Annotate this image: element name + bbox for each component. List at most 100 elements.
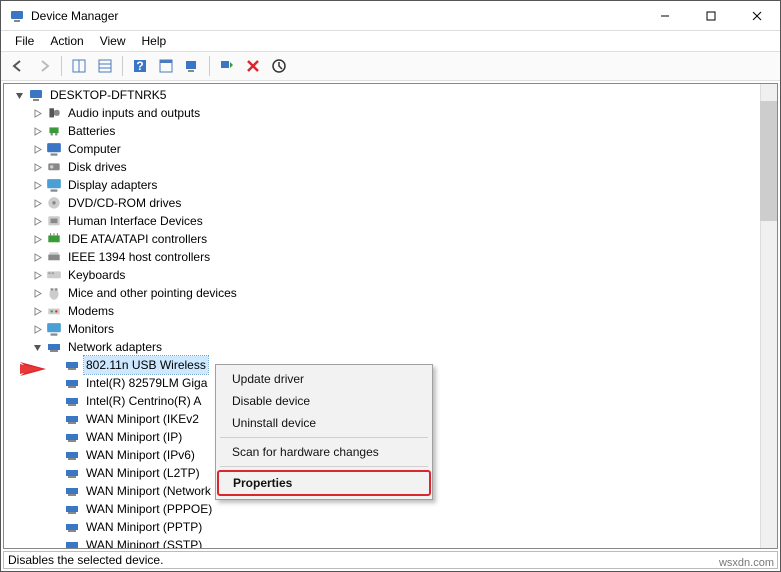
expand-icon[interactable] [30, 268, 44, 282]
close-button[interactable] [734, 1, 780, 30]
category-icon [46, 213, 62, 229]
network-adapter-icon [64, 357, 80, 373]
expand-icon[interactable] [30, 178, 44, 192]
tree-device-label: 802.11n USB Wireless [84, 356, 208, 374]
tree-category[interactable]: Modems [8, 302, 777, 320]
category-icon [46, 249, 62, 265]
tree-category[interactable]: Audio inputs and outputs [8, 104, 777, 122]
scan-button[interactable] [179, 54, 205, 78]
no-expand [48, 430, 62, 444]
status-text: Disables the selected device. [8, 553, 163, 567]
tree-device-label: WAN Miniport (IKEv2 [84, 410, 201, 428]
expand-icon[interactable] [30, 286, 44, 300]
tree-category-label: DVD/CD-ROM drives [66, 194, 183, 212]
tree-category-label: Keyboards [66, 266, 127, 284]
vertical-scrollbar[interactable] [760, 84, 777, 548]
expand-icon[interactable] [30, 196, 44, 210]
uninstall-button[interactable] [240, 54, 266, 78]
category-icon [46, 123, 62, 139]
menu-help[interactable]: Help [134, 32, 175, 50]
tree-category-label: Monitors [66, 320, 116, 338]
help-button[interactable]: ? [127, 54, 153, 78]
tree-device[interactable]: WAN Miniport (PPPOE) [8, 500, 777, 518]
category-icon [46, 195, 62, 211]
status-bar: Disables the selected device. [3, 551, 778, 569]
tree-category[interactable]: IEEE 1394 host controllers [8, 248, 777, 266]
tree-category-label: Batteries [66, 122, 117, 140]
tree-category-label: IEEE 1394 host controllers [66, 248, 212, 266]
network-adapter-icon [64, 411, 80, 427]
tree-device-label: WAN Miniport (L2TP) [84, 464, 202, 482]
tree-category-label: Network adapters [66, 338, 164, 356]
minimize-button[interactable] [642, 1, 688, 30]
tree-category[interactable]: DVD/CD-ROM drives [8, 194, 777, 212]
tree-category[interactable]: Keyboards [8, 266, 777, 284]
collapse-icon[interactable] [30, 340, 44, 354]
network-adapter-icon [64, 465, 80, 481]
window-title: Device Manager [31, 9, 642, 23]
network-adapter-icon [64, 483, 80, 499]
tree-device[interactable]: WAN Miniport (PPTP) [8, 518, 777, 536]
tree-device-label: WAN Miniport (IP) [84, 428, 184, 446]
collapse-icon[interactable] [12, 88, 26, 102]
tree-category-network[interactable]: Network adapters [8, 338, 777, 356]
no-expand [48, 502, 62, 516]
expand-icon[interactable] [30, 214, 44, 228]
expand-icon[interactable] [30, 124, 44, 138]
expand-icon[interactable] [30, 304, 44, 318]
tree-device-label: WAN Miniport (PPPOE) [84, 500, 214, 518]
forward-button[interactable] [31, 54, 57, 78]
tree-category[interactable]: Display adapters [8, 176, 777, 194]
category-icon [46, 321, 62, 337]
expand-icon[interactable] [30, 160, 44, 174]
tree-device[interactable]: WAN Miniport (SSTP) [8, 536, 777, 548]
tree-category[interactable]: Computer [8, 140, 777, 158]
maximize-button[interactable] [688, 1, 734, 30]
update-driver-button[interactable] [214, 54, 240, 78]
tree-category[interactable]: Batteries [8, 122, 777, 140]
tree-category[interactable]: Mice and other pointing devices [8, 284, 777, 302]
ctx-scan-hardware[interactable]: Scan for hardware changes [218, 441, 430, 463]
expand-icon[interactable] [30, 232, 44, 246]
tree-device-label: WAN Miniport (SSTP) [84, 536, 204, 548]
network-adapter-icon [64, 501, 80, 517]
ctx-properties[interactable]: Properties [219, 472, 429, 494]
back-button[interactable] [5, 54, 31, 78]
no-expand [48, 376, 62, 390]
legacy-button[interactable] [266, 54, 292, 78]
tree-category[interactable]: Human Interface Devices [8, 212, 777, 230]
tree-category[interactable]: Disk drives [8, 158, 777, 176]
tree-category-label: IDE ATA/ATAPI controllers [66, 230, 209, 248]
network-adapter-icon [64, 393, 80, 409]
expand-icon[interactable] [30, 142, 44, 156]
details-button[interactable] [92, 54, 118, 78]
tree-root[interactable]: DESKTOP-DFTNRK5 [8, 86, 777, 104]
scrollbar-thumb[interactable] [760, 101, 777, 221]
no-expand [48, 412, 62, 426]
menu-file[interactable]: File [7, 32, 42, 50]
network-adapter-icon [64, 537, 80, 548]
ctx-uninstall-device[interactable]: Uninstall device [218, 412, 430, 434]
ctx-disable-device[interactable]: Disable device [218, 390, 430, 412]
no-expand [48, 538, 62, 548]
title-bar: Device Manager [1, 1, 780, 31]
expand-icon[interactable] [30, 106, 44, 120]
menu-action[interactable]: Action [42, 32, 91, 50]
expand-icon[interactable] [30, 322, 44, 336]
no-expand [48, 484, 62, 498]
category-icon [46, 303, 62, 319]
properties-button[interactable] [153, 54, 179, 78]
expand-icon[interactable] [30, 250, 44, 264]
category-icon [46, 159, 62, 175]
tree-category[interactable]: IDE ATA/ATAPI controllers [8, 230, 777, 248]
menu-view[interactable]: View [92, 32, 134, 50]
watermark: wsxdn.com [719, 557, 774, 569]
show-hidden-button[interactable] [66, 54, 92, 78]
annotation-highlight-box: Properties [217, 470, 431, 496]
ctx-separator [220, 466, 428, 467]
tree-device-label: Intel(R) 82579LM Giga [84, 374, 209, 392]
no-expand [48, 520, 62, 534]
tree-category[interactable]: Monitors [8, 320, 777, 338]
no-expand [48, 394, 62, 408]
ctx-update-driver[interactable]: Update driver [218, 368, 430, 390]
